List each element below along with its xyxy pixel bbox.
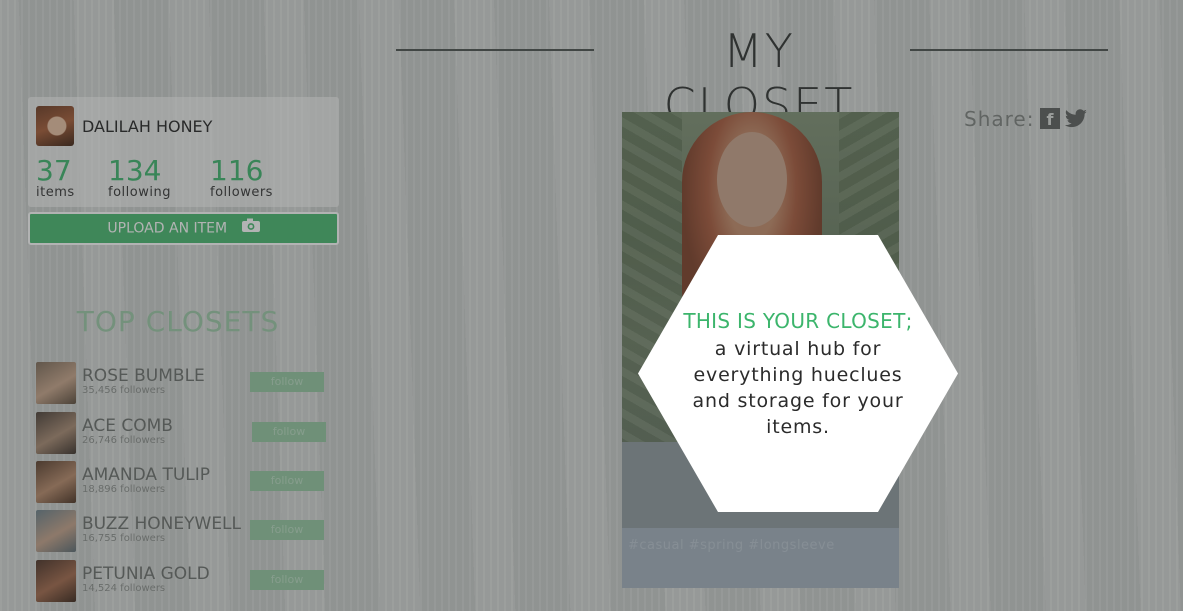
modal-overlay[interactable] xyxy=(0,0,1183,611)
callout-body: a virtual hub for everything hueclues an… xyxy=(692,338,904,438)
callout-headline: THIS IS YOUR CLOSET; xyxy=(683,309,913,333)
app-screen: MY CLOSET DALILAH HONEY 37 items 134 fol… xyxy=(0,0,1183,611)
